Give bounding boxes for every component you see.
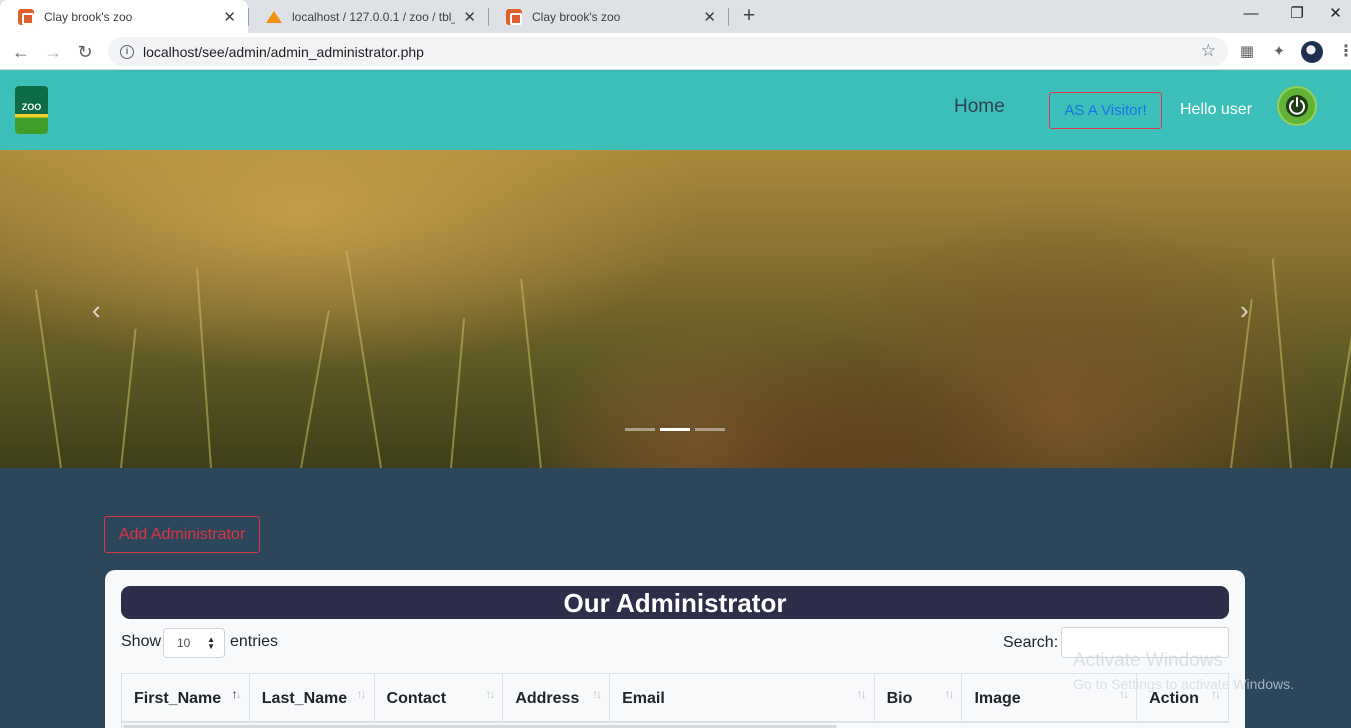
tab-title: Clay brook's zoo	[532, 9, 621, 24]
minimize-button[interactable]: —	[1228, 0, 1274, 30]
watermark-title: Activate Windows	[1073, 650, 1223, 671]
apps-grid-icon[interactable]: ▦	[1236, 41, 1258, 63]
activate-windows-watermark: Activate Windows Go to Settings to activ…	[1073, 650, 1294, 692]
close-icon[interactable]: ✕	[223, 8, 236, 26]
as-visitor-button[interactable]: AS A Visitor!	[1049, 92, 1162, 129]
column-label: Action	[1149, 690, 1199, 707]
carousel-prev-icon[interactable]: ‹	[92, 295, 101, 326]
restore-button[interactable]: ❐	[1274, 0, 1320, 30]
tab-title: localhost / 127.0.0.1 / zoo / tbl_fi	[292, 9, 456, 24]
column-header-contact[interactable]: Contact ↑↓	[375, 674, 504, 721]
sort-icon: ↑↓	[592, 687, 602, 701]
column-header-email[interactable]: Email ↑↓	[610, 674, 875, 721]
reload-button[interactable]: ↻	[72, 39, 98, 65]
column-header-address[interactable]: Address ↑↓	[503, 674, 611, 721]
entries-label: entries	[230, 633, 279, 650]
browser-menu-icon[interactable]: ⋮	[1338, 41, 1351, 61]
carousel-next-icon[interactable]: ›	[1240, 295, 1249, 326]
carousel-slide-image	[0, 150, 1351, 468]
entries-value: 10	[177, 636, 191, 650]
back-button[interactable]: ←	[8, 39, 34, 65]
address-bar[interactable]: i localhost/see/admin/admin_administrato…	[108, 37, 1228, 66]
administrator-panel: Our Administrator Show 10 ▲ ▼ entries Sea…	[105, 570, 1245, 728]
browser-tab-2[interactable]: localhost / 127.0.0.1 / zoo / tbl_fi ✕	[248, 0, 488, 33]
carousel-indicator[interactable]	[625, 428, 655, 431]
browser-tab-1[interactable]: Clay brook's zoo ✕	[0, 0, 248, 33]
column-header-first-name[interactable]: First_Name ↑↓	[122, 674, 250, 721]
entries-per-page-select[interactable]: 10 ▲ ▼	[163, 628, 225, 658]
sort-icon: ↑↓	[944, 687, 954, 701]
sort-icon: ↑↓	[356, 687, 367, 701]
column-label: Address	[515, 690, 580, 707]
profile-avatar[interactable]	[1301, 41, 1323, 63]
show-label: Show	[121, 633, 162, 650]
sort-icon: ↑↓	[856, 687, 867, 701]
table-header-row: First_Name ↑↓ Last_Name ↑↓ Contact ↑↓ Ad…	[121, 673, 1229, 723]
close-icon[interactable]: ✕	[463, 8, 476, 26]
xampp-favicon-icon	[18, 8, 34, 25]
tab-title: Clay brook's zoo	[44, 9, 133, 24]
sort-ascending-icon: ↑↓	[231, 687, 242, 701]
column-label: Last_Name	[261, 690, 348, 707]
power-logout-icon[interactable]	[1277, 86, 1317, 126]
browser-toolbar: ← → ↻ i localhost/see/admin/admin_admini…	[0, 33, 1351, 70]
nav-home-link[interactable]: Home	[954, 96, 1005, 118]
column-label: Image	[974, 690, 1021, 707]
tab-divider	[728, 8, 729, 26]
bookmark-star-icon[interactable]: ☆	[1201, 41, 1216, 61]
new-tab-button[interactable]: +	[736, 3, 762, 29]
search-label: Search:	[1003, 634, 1059, 651]
watermark-subtitle: Go to Settings to activate Windows.	[1073, 676, 1294, 692]
column-header-bio[interactable]: Bio ↑↓	[875, 674, 963, 721]
browser-tab-bar: Clay brook's zoo ✕ localhost / 127.0.0.1…	[0, 0, 1351, 33]
carousel-indicator[interactable]	[695, 428, 725, 431]
close-icon[interactable]: ✕	[703, 8, 716, 26]
column-header-last-name[interactable]: Last_Name ↑↓	[250, 674, 375, 721]
carousel-indicator-active[interactable]	[660, 428, 690, 431]
add-administrator-button[interactable]: Add Administrator	[104, 516, 260, 553]
column-label: Contact	[386, 690, 447, 707]
info-icon[interactable]: i	[120, 44, 134, 59]
panel-title: Our Administrator	[121, 586, 1229, 619]
phpmyadmin-favicon-icon	[266, 9, 282, 25]
forward-button[interactable]: →	[40, 39, 66, 65]
user-greeting: Hello user	[1180, 101, 1253, 118]
image-carousel: ‹ ›	[0, 150, 1351, 468]
logo-text: ZOO	[21, 102, 42, 112]
column-label: First_Name	[134, 690, 222, 707]
zoo-logo[interactable]: ZOO	[15, 86, 48, 134]
url-text: localhost/see/admin/admin_administrator.…	[143, 43, 424, 60]
column-label: Email	[622, 690, 665, 707]
xampp-favicon-icon	[506, 8, 522, 25]
site-header: ZOO Home AS A Visitor! Hello user	[0, 70, 1351, 150]
select-caret-icon: ▲ ▼	[207, 635, 215, 651]
extensions-puzzle-icon[interactable]: ✦	[1268, 41, 1290, 63]
window-close-button[interactable]: ✕	[1320, 0, 1351, 30]
browser-tab-3[interactable]: Clay brook's zoo ✕	[488, 0, 728, 33]
column-label: Bio	[886, 690, 913, 707]
sort-icon: ↑↓	[485, 687, 495, 701]
